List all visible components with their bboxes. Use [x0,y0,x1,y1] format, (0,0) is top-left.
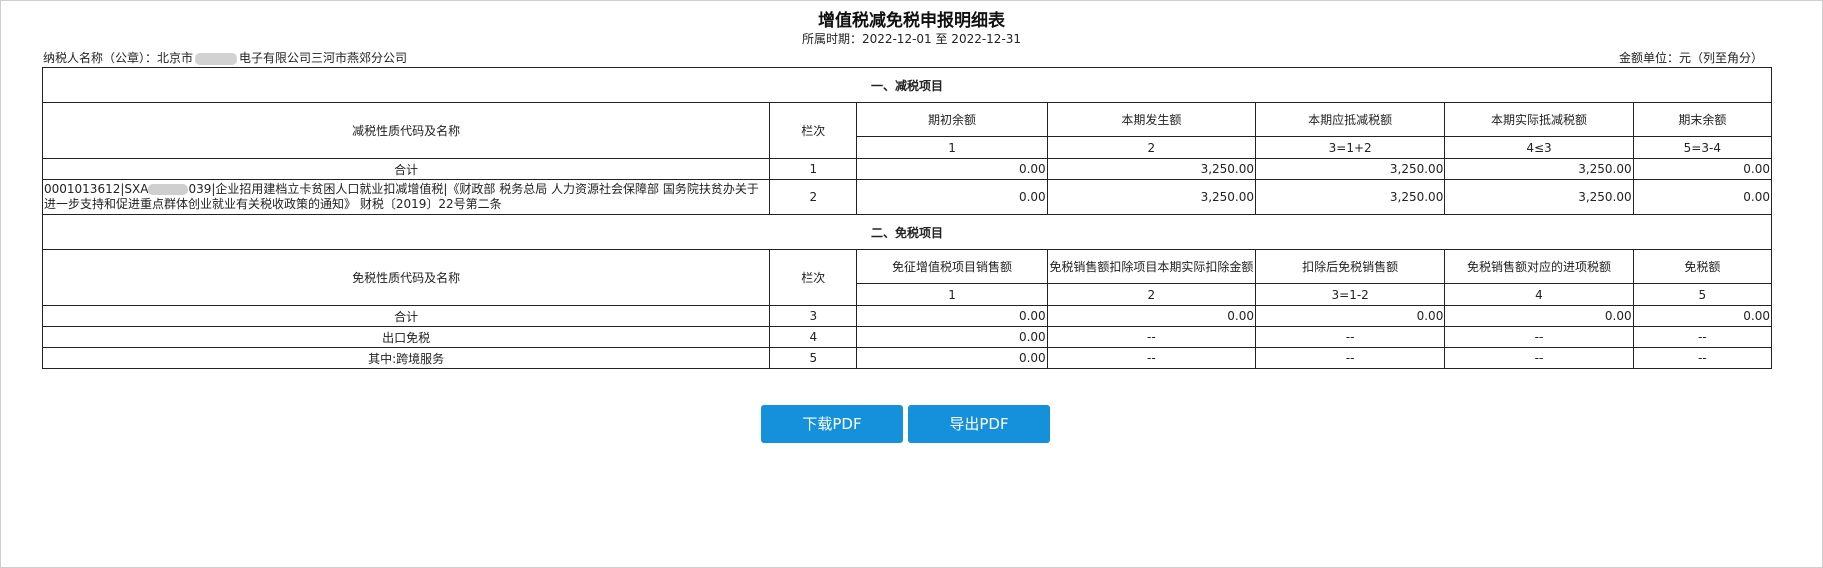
row-value: -- [1632,347,1773,369]
exemption-formula-5: 5 [1632,283,1773,306]
exemption-formula-4: 4 [1444,283,1634,306]
exemption-header-3: 扣除后免税销售额 [1255,249,1446,284]
row-value: 0.00 [1255,305,1446,327]
row-name-detail: 0001013612|SXA 039|企业招用建档立卡贫困人口就业扣减增值税|《财… [41,179,771,215]
exemption-col-line: 栏次 [769,249,858,306]
reduction-header-3: 本期应抵减税额 [1255,102,1446,137]
row-line: 3 [769,305,858,327]
row-value: 0.00 [856,347,1048,369]
row-value: -- [1046,326,1257,348]
row-name: 出口免税 [41,326,771,348]
taxpayer-name: 纳税人名称（公章）：北京市 电子有限公司三河市燕郊分公司 [43,49,407,66]
row-value: 0.00 [1444,305,1634,327]
download-pdf-button[interactable]: 下载PDF [761,405,903,443]
reduction-formula-4: 4≤3 [1444,136,1634,159]
row-line: 5 [769,347,858,369]
exemption-formula-3: 3=1-2 [1255,283,1446,306]
table-row: 0001013612|SXA 039|企业招用建档立卡贫困人口就业扣减增值税|《财… [41,179,1773,215]
row-value: 0.00 [1632,158,1773,180]
exemption-header-2: 免税销售额扣除项目本期实际扣除金额 [1046,249,1257,284]
row-value: 3,250.00 [1255,158,1446,180]
row-value: 3,250.00 [1444,179,1634,215]
exemption-header-row: 免税性质代码及名称 栏次 免征增值税项目销售额 免税销售额扣除项目本期实际扣除金… [41,249,1773,306]
report-title: 增值税减免税申报明细表 [818,11,1005,31]
reduction-header-2: 本期发生额 [1046,102,1257,137]
detail-code-start: 0001013612|SXA [44,182,149,196]
row-line: 1 [769,158,858,180]
export-pdf-button[interactable]: 导出PDF [908,405,1050,443]
report-period: 所属时期：2022-12-01 至 2022-12-31 [801,32,1022,46]
row-value: 3,250.00 [1255,179,1446,215]
reduction-formula-5: 5=3-4 [1632,136,1773,159]
reduction-section-row: 一、减税项目 [42,67,1772,103]
exemption-formula-1: 1 [856,283,1048,306]
reduction-header-1: 期初余额 [856,102,1048,137]
row-value: -- [1444,326,1634,348]
row-value: 0.00 [1632,179,1773,215]
row-name: 合计 [41,305,771,327]
row-value: 0.00 [1632,305,1773,327]
exemption-header-5: 免税额 [1632,249,1773,284]
table-row: 合计 3 0.00 0.00 0.00 0.00 0.00 [41,305,1773,327]
reduction-formula-3: 3=1+2 [1255,136,1446,159]
row-value: 0.00 [856,158,1048,180]
row-value: -- [1632,326,1773,348]
reduction-header-5: 期末余额 [1632,102,1773,137]
row-value: -- [1255,347,1446,369]
row-name: 其中:跨境服务 [41,347,771,369]
redacted-mark [148,184,189,195]
taxpayer-suffix: 电子有限公司三河市燕郊分公司 [239,51,408,65]
row-value: 0.00 [856,326,1048,348]
reduction-formula-2: 2 [1046,136,1257,159]
row-value: 3,250.00 [1046,158,1257,180]
reduction-col-name: 减税性质代码及名称 [41,102,771,159]
exemption-col-name: 免税性质代码及名称 [41,249,771,306]
table-row: 其中:跨境服务 5 0.00 -- -- -- -- [41,347,1773,369]
exemption-section-row: 二、免税项目 [42,214,1772,250]
table-row: 合计 1 0.00 3,250.00 3,250.00 3,250.00 0.0… [41,158,1773,180]
taxpayer-prefix: 纳税人名称（公章）：北京市 [43,51,194,65]
row-value: -- [1444,347,1634,369]
reduction-section-title: 一、减税项目 [42,67,1772,103]
reduction-header-4: 本期实际抵减税额 [1444,102,1634,137]
table-row: 出口免税 4 0.00 -- -- -- -- [41,326,1773,348]
exemption-section-title: 二、免税项目 [42,214,1772,250]
row-value: 0.00 [856,305,1048,327]
exemption-header-1: 免征增值税项目销售额 [856,249,1048,284]
reduction-col-line: 栏次 [769,102,858,159]
row-value: -- [1046,347,1257,369]
row-line: 4 [769,326,858,348]
reduction-formula-1: 1 [856,136,1048,159]
reduction-header-row: 减税性质代码及名称 栏次 期初余额 本期发生额 本期应抵减税额 本期实际抵减税额… [41,102,1773,159]
row-value: 0.00 [856,179,1048,215]
row-value: -- [1255,326,1446,348]
row-value: 3,250.00 [1444,158,1634,180]
row-value: 3,250.00 [1046,179,1257,215]
row-name: 合计 [41,158,771,180]
declaration-table: 一、减税项目 减税性质代码及名称 栏次 期初余额 本期发生额 本期应抵减税额 本… [41,67,1773,369]
amount-unit: 金额单位：元（列至角分） [1618,51,1763,65]
exemption-formula-2: 2 [1046,283,1257,306]
row-line: 2 [769,179,858,215]
redacted-mark [195,52,238,65]
exemption-header-4: 免税销售额对应的进项税额 [1444,249,1634,284]
row-value: 0.00 [1046,305,1257,327]
